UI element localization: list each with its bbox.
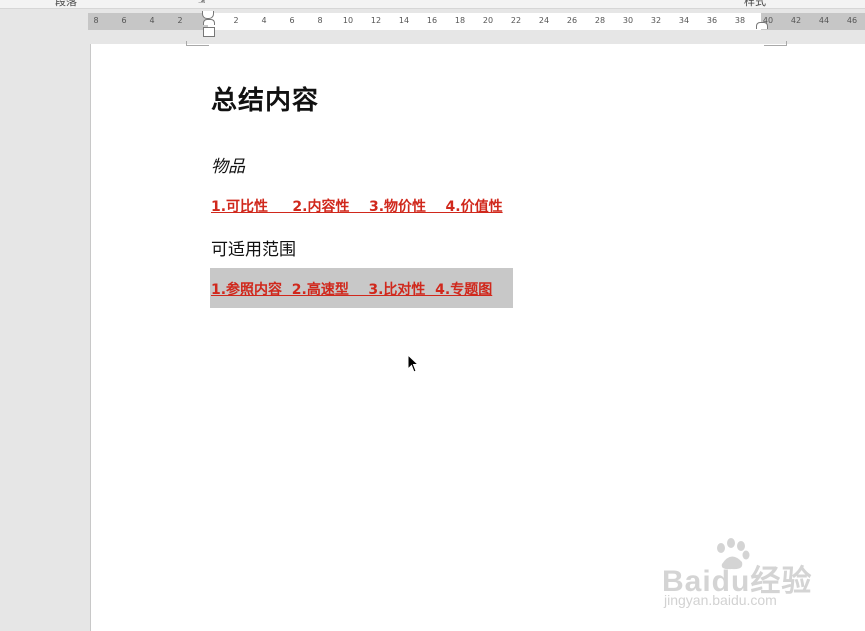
- ruler-tick-label: 42: [790, 16, 802, 25]
- ruler-tick-label: 8: [317, 16, 323, 25]
- ruler-tick-label: 2: [233, 16, 239, 25]
- ruler-tick-label: 2: [177, 16, 183, 25]
- ruler-tick-label: 18: [454, 16, 466, 25]
- ribbon-group-paragraph[interactable]: 段落: [55, 0, 77, 9]
- ruler-tick-label: 22: [510, 16, 522, 25]
- dialog-launcher-icon[interactable]: ⇲: [198, 0, 206, 6]
- ruler-tick-label: 6: [121, 16, 127, 25]
- horizontal-ruler[interactable]: 8 6 4 2 2 4 6 8 10 12 14 16 18 20 22 24 26 28 30 32 34 36 38 40…: [88, 11, 865, 37]
- ruler-tick-label: 20: [482, 16, 494, 25]
- ruler-tick-label: 38: [734, 16, 746, 25]
- ruler-tick-label: 14: [398, 16, 410, 25]
- document-heading[interactable]: 总结内容: [211, 80, 319, 117]
- ribbon-group-styles[interactable]: 样式: [744, 0, 766, 9]
- ruler-tick-label: 34: [678, 16, 690, 25]
- ruler-tick-label: 26: [566, 16, 578, 25]
- margin-corner-left: [186, 41, 209, 46]
- first-line-indent-marker[interactable]: [202, 11, 214, 19]
- ruler-tick-label: 30: [622, 16, 634, 25]
- ruler-tick-label: 16: [426, 16, 438, 25]
- paragraph-scope-list[interactable]: 1.参照内容 2.高速型 3.比对性 4.专题图: [211, 279, 492, 299]
- ruler-tick-label: 28: [594, 16, 606, 25]
- ruler-tick-label: 6: [289, 16, 295, 25]
- ruler-tick-label: 8: [93, 16, 99, 25]
- watermark-url: jingyan.baidu.com: [664, 592, 777, 608]
- hanging-indent-marker[interactable]: [203, 19, 215, 25]
- ruler-tick-label: 36: [706, 16, 718, 25]
- mouse-pointer-icon: [407, 354, 419, 373]
- ruler-tick-label: 24: [538, 16, 550, 25]
- watermark: Baidu经验 jingyan.baidu.com: [662, 538, 862, 618]
- paragraph-properties-list[interactable]: 1.可比性 2.内容性 3.物价性 4.价值性: [211, 196, 503, 216]
- paragraph-items[interactable]: 物品: [211, 152, 245, 177]
- ruler-tick-label: 44: [818, 16, 830, 25]
- ruler-tick-label: 12: [370, 16, 382, 25]
- paragraph-scope[interactable]: 可适用范围: [211, 235, 296, 260]
- ruler-tick-label: 4: [149, 16, 155, 25]
- margin-corner-right: [764, 41, 787, 46]
- right-indent-marker[interactable]: [756, 22, 768, 29]
- ruler-tick-label: 10: [342, 16, 354, 25]
- left-indent-marker[interactable]: [203, 27, 215, 37]
- ribbon-strip: 段落 ⇲ 样式: [0, 0, 865, 9]
- ruler-tick-label: 46: [846, 16, 858, 25]
- ruler-tick-label: 32: [650, 16, 662, 25]
- ruler-tick-label: 4: [261, 16, 267, 25]
